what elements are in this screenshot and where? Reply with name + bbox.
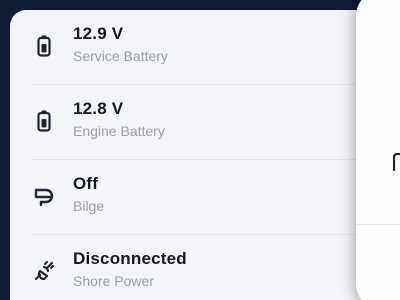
list-item-bilge[interactable]: Off Bilge	[10, 160, 390, 234]
battery-icon	[33, 110, 55, 132]
list-item-engine-battery[interactable]: 12.8 V Engine Battery	[10, 85, 390, 159]
unplugged-icon	[33, 260, 55, 282]
side-sheet[interactable]	[356, 0, 400, 300]
app-screen: 12.9 V Service Battery 12.8 V Engine Bat…	[0, 0, 400, 300]
battery-icon	[33, 35, 55, 57]
bilge-label: Bilge	[73, 198, 105, 214]
engine-battery-voltage: 12.8 V	[73, 99, 124, 118]
status-card: 12.9 V Service Battery 12.8 V Engine Bat…	[10, 10, 390, 300]
shore-power-label: Shore Power	[73, 273, 154, 289]
service-battery-label: Service Battery	[73, 48, 168, 64]
sheet-icon	[392, 152, 400, 172]
service-battery-voltage: 12.9 V	[73, 24, 124, 43]
engine-battery-label: Engine Battery	[73, 123, 165, 139]
bilge-pump-icon	[33, 185, 55, 207]
bilge-status: Off	[73, 174, 99, 193]
list-item-shore-power[interactable]: Disconnected Shore Power	[10, 235, 390, 300]
shore-power-status: Disconnected	[73, 249, 187, 268]
divider	[356, 224, 400, 225]
list-item-service-battery[interactable]: 12.9 V Service Battery	[10, 10, 390, 84]
